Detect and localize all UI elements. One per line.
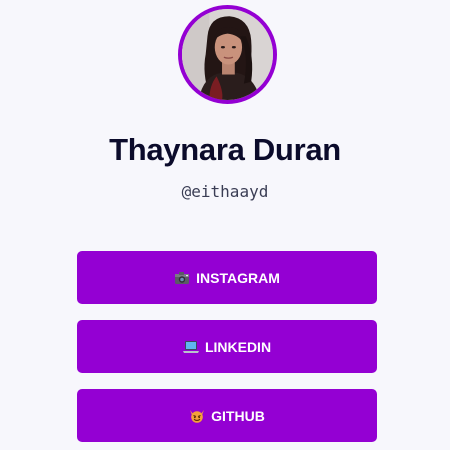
instagram-link-label: INSTAGRAM	[196, 269, 280, 286]
linkedin-link-label: LINKEDIN	[204, 338, 272, 355]
profile-name: Thaynara Duran	[109, 132, 341, 167]
linkedin-link-button[interactable]: LINKEDIN	[77, 320, 377, 373]
laptop-icon	[182, 340, 199, 354]
camera-icon	[174, 271, 190, 285]
avatar	[178, 5, 277, 104]
github-link-label: GITHUB	[211, 407, 265, 424]
instagram-link-button[interactable]: INSTAGRAM	[77, 251, 377, 304]
devil-face-icon	[189, 409, 205, 423]
avatar-photo	[182, 9, 273, 100]
github-link-button[interactable]: GITHUB	[77, 389, 377, 442]
profile-handle: @eithaayd	[181, 182, 269, 201]
